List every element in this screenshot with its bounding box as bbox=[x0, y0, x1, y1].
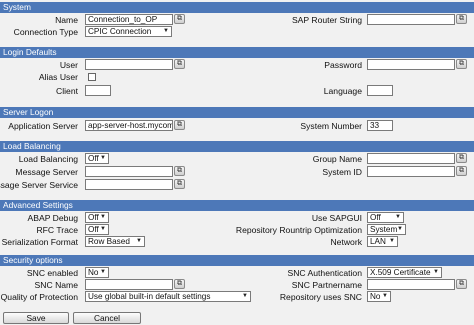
connection-type-label: Connection Type bbox=[13, 27, 78, 37]
quality-of-protection-value: Use global built-in default settings bbox=[88, 292, 211, 301]
load-balancing-label: Load Balancing bbox=[18, 154, 78, 164]
connection-type-select[interactable]: CPIC Connection ▼ bbox=[85, 26, 172, 37]
quality-of-protection-label: Quality of Protection bbox=[0, 292, 78, 302]
name-input[interactable]: Connection_to_OP bbox=[85, 14, 173, 25]
message-server-input[interactable] bbox=[85, 166, 173, 177]
user-label: User bbox=[59, 60, 78, 70]
use-sapgui-label: Use SAPGUI bbox=[311, 213, 362, 223]
chevron-down-icon: ▼ bbox=[136, 238, 142, 244]
snc-partnername-label: SNC Partnername bbox=[291, 280, 362, 290]
rfc-trace-label: RFC Trace bbox=[36, 225, 78, 235]
rfc-trace-value: Off bbox=[88, 225, 99, 234]
section-header-advanced-settings: Advanced Settings bbox=[0, 200, 474, 211]
application-server-input[interactable]: app-server-host.mycompan bbox=[85, 120, 173, 131]
snc-authentication-select[interactable]: X.509 Certificate ▼ bbox=[367, 267, 442, 278]
serialization-format-select[interactable]: Row Based ▼ bbox=[85, 236, 145, 247]
chevron-down-icon: ▼ bbox=[397, 226, 403, 232]
value-help-icon[interactable]: ⧉ bbox=[174, 179, 185, 189]
chevron-down-icon: ▼ bbox=[242, 293, 248, 299]
section-header-system: System bbox=[0, 2, 474, 13]
password-input[interactable] bbox=[367, 59, 455, 70]
value-help-icon[interactable]: ⧉ bbox=[456, 279, 467, 289]
chevron-down-icon: ▼ bbox=[100, 155, 106, 161]
chevron-down-icon: ▼ bbox=[100, 226, 106, 232]
rfc-trace-select[interactable]: Off ▼ bbox=[85, 224, 109, 235]
language-input[interactable] bbox=[367, 85, 393, 96]
group-name-input[interactable] bbox=[367, 153, 455, 164]
message-server-service-label: Message Server Service bbox=[0, 180, 78, 190]
repository-uses-snc-label: Repository uses SNC bbox=[279, 292, 362, 302]
message-server-service-input[interactable] bbox=[85, 179, 173, 190]
value-help-icon[interactable]: ⧉ bbox=[174, 166, 185, 176]
name-label: Name bbox=[55, 15, 78, 25]
client-input[interactable] bbox=[85, 85, 111, 96]
section-header-login-defaults: Login Defaults bbox=[0, 47, 474, 58]
value-help-icon[interactable]: ⧉ bbox=[456, 166, 467, 176]
chevron-down-icon: ▼ bbox=[389, 238, 395, 244]
value-help-icon[interactable]: ⧉ bbox=[456, 153, 467, 163]
chevron-down-icon: ▼ bbox=[100, 214, 106, 220]
value-help-icon[interactable]: ⧉ bbox=[174, 14, 185, 24]
quality-of-protection-select[interactable]: Use global built-in default settings ▼ bbox=[85, 291, 251, 302]
snc-name-input[interactable] bbox=[85, 279, 173, 290]
user-input[interactable] bbox=[85, 59, 173, 70]
load-balancing-value: Off bbox=[88, 154, 99, 163]
serialization-format-label: Serialization Format bbox=[1, 237, 78, 247]
alias-user-label: Alias User bbox=[38, 72, 78, 82]
repository-roundtrip-select[interactable]: System ▼ bbox=[367, 224, 406, 235]
repository-roundtrip-label: Repository Rountrip Optimization bbox=[235, 225, 362, 235]
client-label: Client bbox=[56, 86, 78, 96]
message-server-label: Message Server bbox=[15, 167, 78, 177]
snc-authentication-value: X.509 Certificate bbox=[370, 268, 431, 277]
section-header-security-options: Security options bbox=[0, 255, 474, 266]
abap-debug-select[interactable]: Off ▼ bbox=[85, 212, 109, 223]
network-label: Network bbox=[330, 237, 362, 247]
abap-debug-label: ABAP Debug bbox=[27, 213, 78, 223]
snc-partnername-input[interactable] bbox=[367, 279, 455, 290]
application-server-label: Application Server bbox=[8, 121, 78, 131]
chevron-down-icon: ▼ bbox=[163, 28, 169, 34]
section-header-load-balancing: Load Balancing bbox=[0, 141, 474, 152]
repository-uses-snc-value: No bbox=[370, 292, 381, 301]
system-id-input[interactable] bbox=[367, 166, 455, 177]
snc-enabled-value: No bbox=[88, 268, 99, 277]
snc-enabled-select[interactable]: No ▼ bbox=[85, 267, 109, 278]
network-value: LAN bbox=[370, 237, 386, 246]
sap-router-label: SAP Router String bbox=[291, 15, 362, 25]
password-label: Password bbox=[324, 60, 362, 70]
chevron-down-icon: ▼ bbox=[395, 214, 401, 220]
system-number-label: System Number bbox=[300, 121, 362, 131]
value-help-icon[interactable]: ⧉ bbox=[174, 120, 185, 130]
value-help-icon[interactable]: ⧉ bbox=[456, 59, 467, 69]
abap-debug-value: Off bbox=[88, 213, 99, 222]
section-header-server-logon: Server Logon bbox=[0, 107, 474, 118]
value-help-icon[interactable]: ⧉ bbox=[174, 59, 185, 69]
chevron-down-icon: ▼ bbox=[382, 293, 388, 299]
snc-name-label: SNC Name bbox=[34, 280, 78, 290]
use-sapgui-select[interactable]: Off ▼ bbox=[367, 212, 404, 223]
value-help-icon[interactable]: ⧉ bbox=[174, 279, 185, 289]
save-button[interactable]: Save bbox=[3, 312, 69, 324]
system-number-input[interactable]: 33 bbox=[367, 120, 393, 131]
system-id-label: System ID bbox=[322, 167, 362, 177]
use-sapgui-value: Off bbox=[370, 213, 381, 222]
load-balancing-select[interactable]: Off ▼ bbox=[85, 153, 109, 164]
group-name-label: Group Name bbox=[312, 154, 362, 164]
snc-authentication-label: SNC Authentication bbox=[287, 268, 362, 278]
value-help-icon[interactable]: ⧉ bbox=[456, 14, 467, 24]
sap-router-input[interactable] bbox=[367, 14, 455, 25]
snc-enabled-label: SNC enabled bbox=[26, 268, 78, 278]
serialization-format-value: Row Based bbox=[88, 237, 130, 246]
repository-uses-snc-select[interactable]: No ▼ bbox=[367, 291, 391, 302]
network-select[interactable]: LAN ▼ bbox=[367, 236, 398, 247]
alias-user-checkbox[interactable] bbox=[88, 73, 96, 81]
repository-roundtrip-value: System bbox=[370, 225, 398, 234]
chevron-down-icon: ▼ bbox=[433, 269, 439, 275]
cancel-button[interactable]: Cancel bbox=[73, 312, 141, 324]
chevron-down-icon: ▼ bbox=[100, 269, 106, 275]
connection-type-value: CPIC Connection bbox=[88, 27, 152, 36]
language-label: Language bbox=[323, 86, 362, 96]
